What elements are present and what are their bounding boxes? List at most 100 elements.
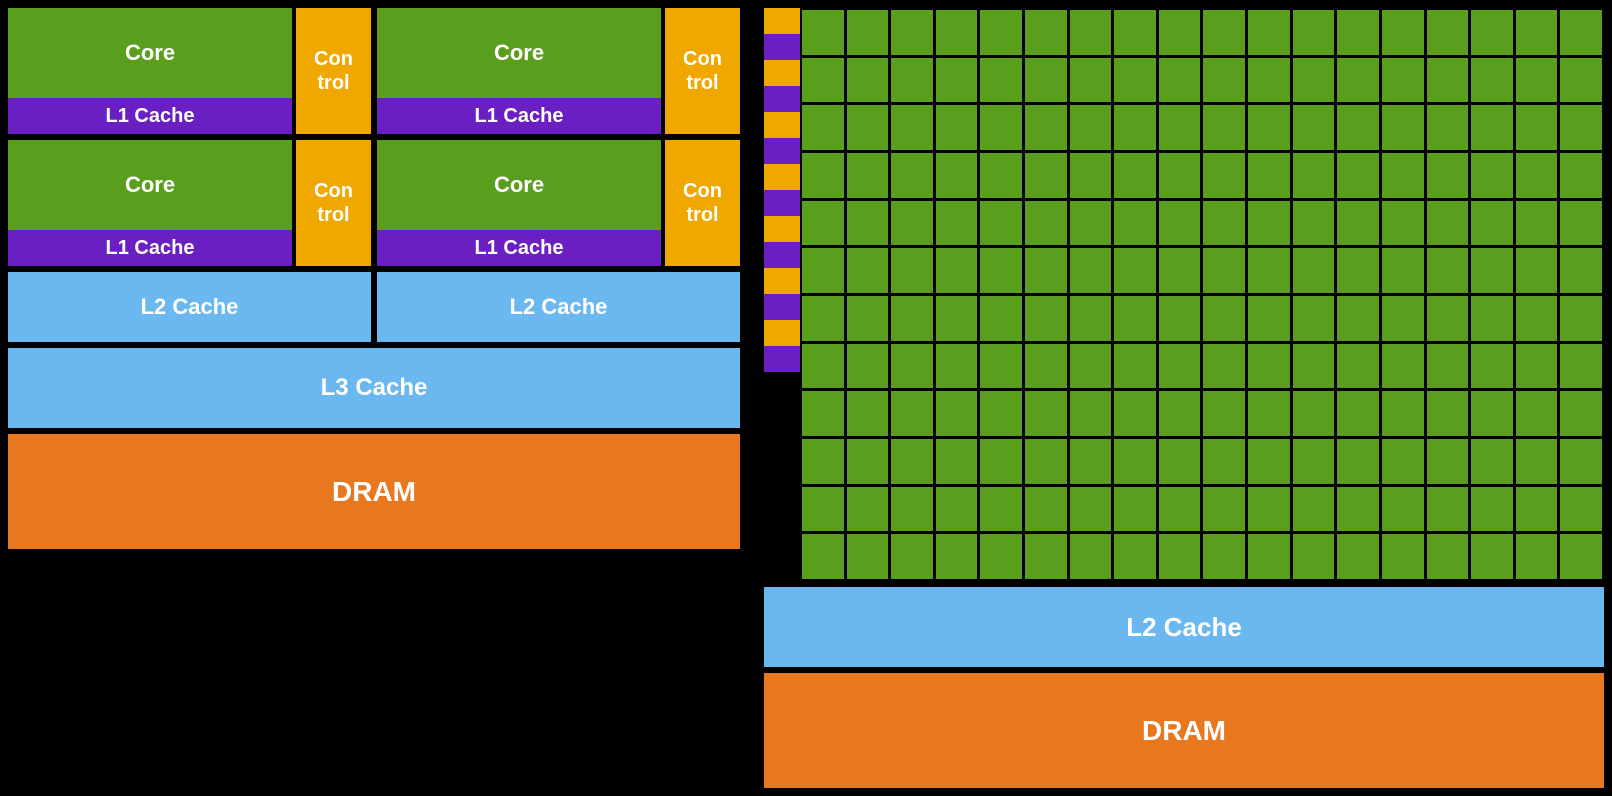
gpu-cell [1516,10,1558,55]
gpu-cell [1427,58,1469,103]
gpu-cell [1114,201,1156,246]
gpu-cell [1070,10,1112,55]
gpu-cell [1203,248,1245,293]
gpu-cell [802,534,844,579]
control-1: Control [296,8,371,134]
l2-cache-2-label: L2 Cache [510,294,608,320]
gpu-cell [1471,487,1513,532]
core-4-label: Core [494,172,544,198]
gpu-cell [1382,344,1424,389]
gpu-cell [1516,153,1558,198]
gpu-cell [891,153,933,198]
gpu-cell [1382,296,1424,341]
gpu-cell [980,58,1022,103]
gpu-cell [1471,391,1513,436]
l1-cache-4: L1 Cache [377,230,661,266]
stripe-segment [764,112,800,138]
gpu-cell [1159,391,1201,436]
gpu-cell [1293,439,1335,484]
control-2: Control [665,8,740,134]
gpu-cell [847,534,889,579]
gpu-cell [980,153,1022,198]
l3-cache: L3 Cache [8,348,740,428]
l1-cache-1-label: L1 Cache [106,105,195,128]
gpu-cell [1159,296,1201,341]
gpu-cell [936,201,978,246]
gpu-cell [1293,296,1335,341]
gpu-cell [1025,201,1067,246]
gpu-cell [1159,439,1201,484]
stripe-segment [764,242,800,268]
core-group-4: Core L1 Cache Control [377,140,740,266]
l1-cache-4-label: L1 Cache [475,237,564,260]
gpu-cell [936,439,978,484]
gpu-cell [1471,201,1513,246]
gpu-cell [980,439,1022,484]
l1-cache-1: L1 Cache [8,98,292,134]
gpu-cell [1337,439,1379,484]
gpu-cell [802,10,844,55]
gpu-cell [1337,487,1379,532]
gpu-cell [802,58,844,103]
gpu-cell [1337,344,1379,389]
gpu-cell [936,58,978,103]
core-group-3: Core L1 Cache Control [8,140,371,266]
gpu-cell [1070,534,1112,579]
stripe-segment [764,294,800,320]
gpu-cell [1471,105,1513,150]
gpu-cell [980,344,1022,389]
dram-left: DRAM [8,434,740,549]
gpu-cell [980,10,1022,55]
gpu-cell [1025,248,1067,293]
gpu-cell [1070,487,1112,532]
gpu-cell [891,105,933,150]
dram-right-label: DRAM [1142,715,1226,747]
gpu-cell [1382,248,1424,293]
gpu-cell [1203,391,1245,436]
l3-cache-label: L3 Cache [321,374,428,402]
gpu-cell [1203,10,1245,55]
gpu-cell [1114,534,1156,579]
gpu-cell [1471,439,1513,484]
stripe-segment [764,268,800,294]
core-3: Core [8,140,292,230]
gpu-cell [1337,58,1379,103]
control-4: Control [665,140,740,266]
core-4-wrapper: Core L1 Cache [377,140,661,266]
gpu-cell [936,391,978,436]
gpu-cell [847,391,889,436]
gpu-cell [1516,534,1558,579]
gpu-cell [1293,153,1335,198]
gpu-cell [1114,105,1156,150]
gpu-cell [980,201,1022,246]
gpu-cell [891,296,933,341]
gpu-cell [1427,391,1469,436]
gpu-cell [802,439,844,484]
stripe-segment [764,320,800,346]
gpu-cell [1159,153,1201,198]
gpu-cell [1293,105,1335,150]
gpu-cell [1203,58,1245,103]
control-4-label: Control [683,179,722,227]
gpu-cell [936,487,978,532]
gpu-cell [1427,105,1469,150]
gpu-cell [1025,58,1067,103]
gpu-cell [1114,58,1156,103]
gpu-cell [1516,344,1558,389]
gpu-cell [1293,344,1335,389]
right-diagram: L2 Cache DRAM [756,0,1612,796]
stripe-segment [764,8,800,34]
core-2-label: Core [494,40,544,66]
gpu-cell [1114,296,1156,341]
gpu-cell [1248,534,1290,579]
gpu-cell [1382,391,1424,436]
gpu-cell [1293,487,1335,532]
cores-top-row: Core L1 Cache Control Core L1 Cache [8,8,740,134]
gpu-cell [802,105,844,150]
gpu-cell [1382,439,1424,484]
gpu-cell [802,344,844,389]
gpu-cell [847,439,889,484]
gpu-cell [1427,439,1469,484]
gpu-cell [1025,10,1067,55]
gpu-cell [1560,105,1602,150]
